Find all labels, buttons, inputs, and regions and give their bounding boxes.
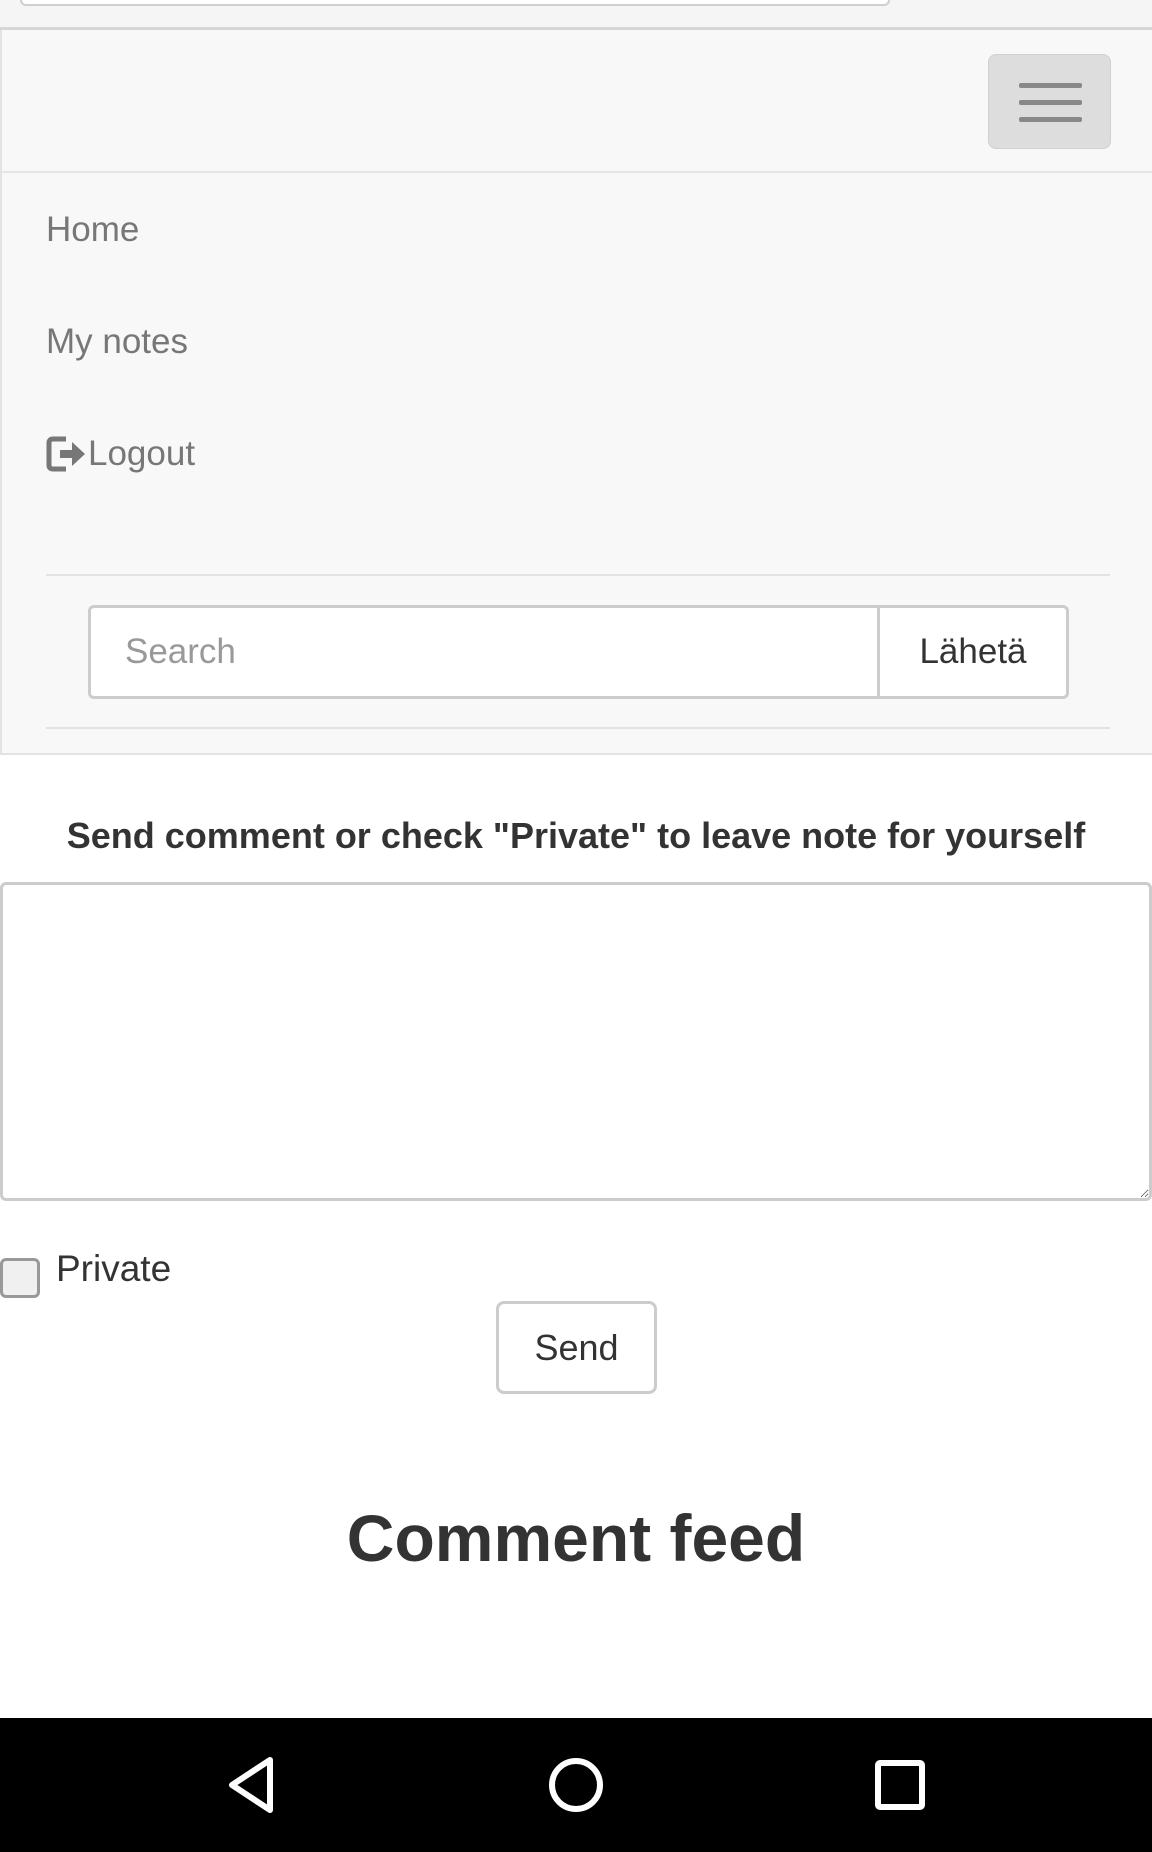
system-navigation-bar [0,1718,1152,1852]
logout-icon [46,436,85,472]
divider [46,574,1110,576]
private-label[interactable]: Private [56,1246,171,1292]
send-button[interactable]: Send [496,1301,657,1394]
hamburger-bar-icon [1019,117,1082,122]
navbar: Home My notes Logout Lähetä [0,30,1152,755]
recents-square-icon[interactable] [865,1750,935,1820]
top-strip [0,0,1152,30]
page: Home My notes Logout Lähetä Send comment… [0,0,1152,1852]
navbar-header [2,30,1152,173]
hamburger-bar-icon [1019,100,1082,105]
private-option: Private [0,1246,171,1298]
comment-feed-title: Comment feed [346,1501,806,1575]
search-form: Lähetä [88,605,1069,699]
menu-toggle-button[interactable] [988,54,1111,149]
hamburger-bar-icon [1019,83,1082,88]
nav-item-logout[interactable]: Logout [46,434,195,474]
partial-input-bar[interactable] [20,0,890,6]
search-input[interactable] [88,605,877,699]
nav-item-logout-label: Logout [88,434,196,473]
divider [46,727,1110,729]
nav-item-my-notes[interactable]: My notes [46,322,188,362]
home-circle-icon[interactable] [541,1750,611,1820]
private-checkbox[interactable] [0,1258,40,1298]
back-triangle-icon[interactable] [218,1750,288,1820]
comment-textarea[interactable] [0,882,1152,1201]
comment-form-label: Send comment or check "Private" to leave… [66,815,1086,856]
search-submit-button[interactable]: Lähetä [877,605,1069,699]
nav-item-home[interactable]: Home [46,210,139,250]
